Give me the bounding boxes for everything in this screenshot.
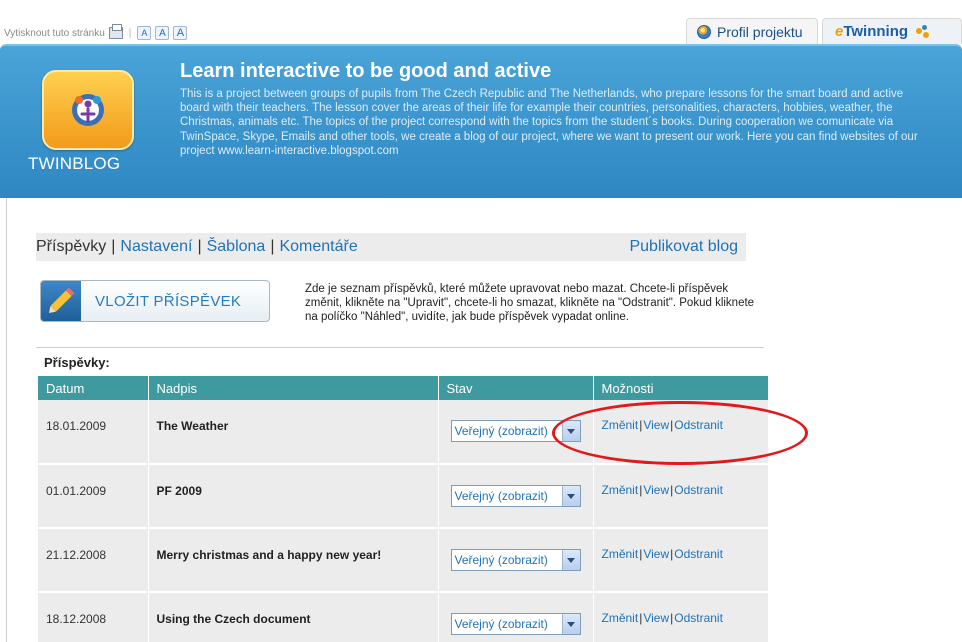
options-cell: Změnit|View|Odstranit	[593, 528, 768, 593]
view-link[interactable]: View	[643, 483, 669, 497]
status-select-value: Veřejný (zobrazit)	[454, 553, 548, 567]
options-separator: |	[639, 483, 643, 497]
post-title: Using the Czech document	[148, 592, 439, 642]
tab-etwinning[interactable]: eTwinning	[822, 18, 962, 44]
column-header-title: Nadpis	[148, 376, 439, 400]
nav-separator: |	[197, 238, 202, 255]
view-link[interactable]: View	[643, 611, 669, 625]
options-separator: |	[670, 483, 674, 497]
blog-navigation: Příspěvky | Nastavení | Šablona | Koment…	[36, 233, 746, 261]
new-post-button[interactable]: VLOŽIT PŘÍSPĚVEK	[40, 280, 270, 322]
delete-link[interactable]: Odstranit	[674, 547, 723, 561]
etwinning-logo-text: eTwinning	[835, 23, 909, 40]
font-size-small-button[interactable]: A	[137, 26, 152, 40]
post-date: 21.12.2008	[38, 528, 149, 593]
posts-section-label: Příspěvky:	[44, 355, 110, 370]
print-toolbar: Vytisknout tuto stránku | A A A	[4, 22, 654, 44]
delete-link[interactable]: Odstranit	[674, 611, 723, 625]
tab-project-profile-label: Profil projektu	[717, 23, 803, 40]
nav-separator: |	[111, 238, 116, 255]
table-row: 01.01.2009 PF 2009 Veřejný (zobrazit) Zm…	[38, 464, 768, 529]
nav-item-posts[interactable]: Příspěvky	[36, 238, 106, 256]
table-header-row: Datum Nadpis Stav Možnosti	[38, 376, 768, 400]
chevron-down-icon[interactable]	[561, 486, 580, 506]
separator: |	[128, 27, 132, 39]
tab-project-profile[interactable]: Profil projektu	[686, 18, 818, 44]
chevron-down-icon[interactable]	[561, 614, 580, 634]
table-row: 18.12.2008 Using the Czech document Veře…	[38, 592, 768, 642]
status-select-value: Veřejný (zobrazit)	[454, 489, 548, 503]
status-select[interactable]: Veřejný (zobrazit)	[450, 485, 581, 507]
highlight-annotation-ellipse	[552, 401, 808, 465]
instructions-text: Zde je seznam příspěvků, které můžete up…	[305, 283, 755, 323]
edit-link[interactable]: Změnit	[602, 611, 639, 625]
print-page-link[interactable]: Vytisknout tuto stránku	[4, 28, 105, 39]
options-separator: |	[639, 547, 643, 561]
etwinning-logo-icon	[916, 24, 932, 39]
view-link[interactable]: View	[643, 547, 669, 561]
divider	[6, 198, 7, 642]
status-select-value: Veřejný (zobrazit)	[454, 617, 548, 631]
status-cell: Veřejný (zobrazit)	[438, 464, 594, 529]
delete-link[interactable]: Odstranit	[674, 483, 723, 497]
status-select[interactable]: Veřejný (zobrazit)	[450, 613, 581, 635]
edit-link[interactable]: Změnit	[602, 483, 639, 497]
globe-icon	[697, 24, 711, 39]
options-cell: Změnit|View|Odstranit	[593, 464, 768, 529]
project-description: This is a project between groups of pupi…	[180, 88, 918, 157]
options-cell: Změnit|View|Odstranit	[593, 592, 768, 642]
table-row: 21.12.2008 Merry christmas and a happy n…	[38, 528, 768, 593]
status-select-value: Veřejný (zobrazit)	[454, 424, 548, 438]
post-title: The Weather	[148, 400, 439, 465]
post-title: PF 2009	[148, 464, 439, 529]
options-separator: |	[670, 547, 674, 561]
font-size-medium-button[interactable]: A	[155, 26, 170, 40]
column-header-date: Datum	[38, 376, 149, 400]
nav-item-template[interactable]: Šablona	[207, 238, 266, 256]
edit-link[interactable]: Změnit	[602, 547, 639, 561]
status-cell: Veřejný (zobrazit)	[438, 592, 594, 642]
chevron-down-icon[interactable]	[561, 550, 580, 570]
logo-text: TWINBLOG	[28, 154, 121, 173]
post-date: 18.01.2009	[38, 400, 149, 465]
page-title: Learn interactive to be good and active	[180, 60, 552, 82]
children-logo-icon	[72, 94, 104, 126]
post-date: 01.01.2009	[38, 464, 149, 529]
twinblog-logo[interactable]	[42, 70, 134, 150]
divider	[36, 347, 764, 348]
font-size-large-button[interactable]: A	[173, 26, 188, 40]
pencil-icon-box	[41, 281, 81, 321]
options-separator: |	[639, 611, 643, 625]
column-header-status: Stav	[438, 376, 594, 400]
page: Vytisknout tuto stránku | A A A Profil p…	[0, 0, 962, 642]
publish-blog-link[interactable]: Publikovat blog	[629, 238, 738, 256]
status-cell: Veřejný (zobrazit)	[438, 528, 594, 593]
status-select[interactable]: Veřejný (zobrazit)	[450, 549, 581, 571]
post-title: Merry christmas and a happy new year!	[148, 528, 439, 593]
printer-icon[interactable]	[108, 24, 123, 39]
new-post-button-label: VLOŽIT PŘÍSPĚVEK	[95, 292, 242, 310]
post-date: 18.12.2008	[38, 592, 149, 642]
nav-separator: |	[270, 238, 275, 255]
pencil-icon	[50, 290, 72, 312]
nav-item-comments[interactable]: Komentáře	[279, 238, 357, 256]
top-bar: Vytisknout tuto stránku | A A A Profil p…	[0, 0, 962, 44]
nav-item-settings[interactable]: Nastavení	[120, 238, 192, 256]
options-separator: |	[670, 611, 674, 625]
column-header-options: Možnosti	[593, 376, 768, 400]
header-banner: TWINBLOG Learn interactive to be good an…	[0, 44, 962, 198]
